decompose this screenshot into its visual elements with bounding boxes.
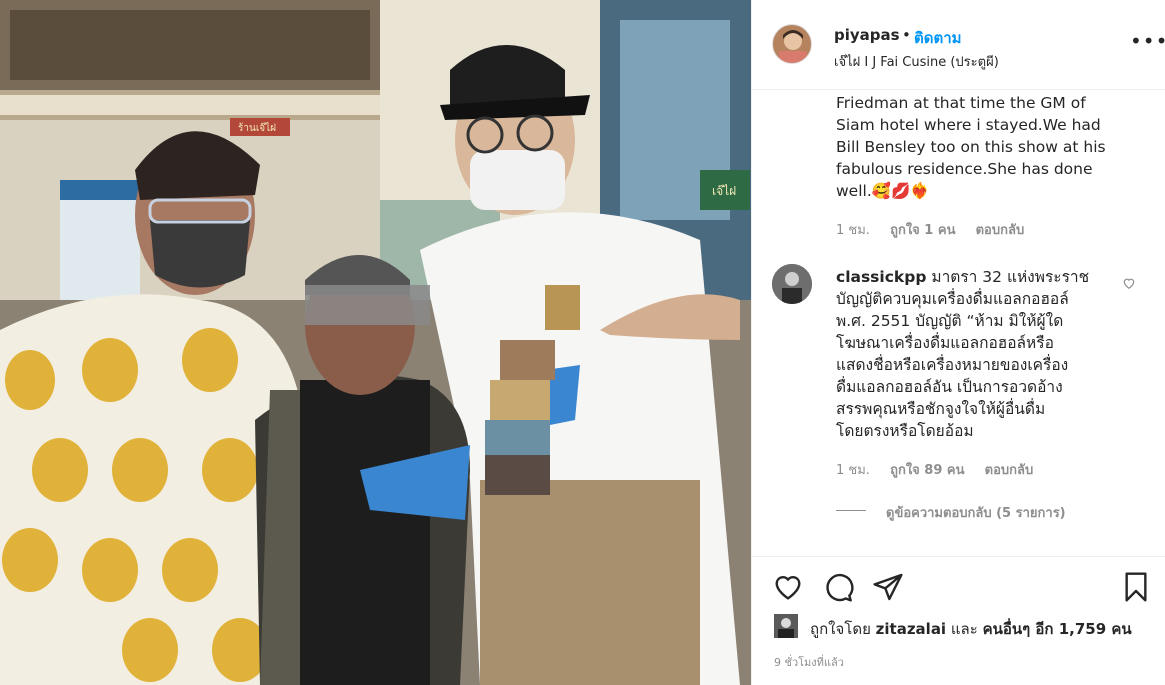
comment-line: well.🥰💋❤️‍🔥	[836, 182, 930, 200]
likes-and: และ	[950, 620, 978, 638]
bookmark-icon[interactable]	[1120, 571, 1152, 603]
heart-icon[interactable]	[772, 571, 804, 603]
comment-line: สรรพคุณหรือชักจูงใจให้ผู้อื่นดื่ม	[836, 400, 1046, 418]
comment-line: Friedman at that time the GM of	[836, 94, 1086, 112]
post-header: piyapas • ติดตาม เจ๊ไฝ I J Fai Cusine (ป…	[752, 0, 1165, 90]
reply-button[interactable]: ตอบกลับ	[976, 223, 1025, 238]
comment-line: โฆษณาเครื่องดื่มแอลกอฮอล์หรือ	[836, 334, 1054, 352]
post-detail-panel: piyapas • ติดตาม เจ๊ไฝ I J Fai Cusine (ป…	[751, 0, 1165, 685]
likes-others[interactable]: คนอื่นๆ อีก 1,759 คน	[983, 620, 1132, 638]
replies-divider	[836, 510, 866, 511]
follow-button[interactable]: ติดตาม	[914, 26, 962, 50]
likes-summary: ถูกใจโดย zitazalai และ คนอื่นๆ อีก 1,759…	[810, 617, 1132, 641]
post-timestamp[interactable]: 9 ชั่วโมงที่แล้ว	[774, 653, 844, 671]
separator-dot: •	[902, 26, 911, 44]
commenter-username[interactable]: classickpp	[836, 268, 926, 286]
liker-username[interactable]: zitazalai	[876, 620, 946, 638]
likes-prefix: ถูกใจโดย	[810, 620, 871, 638]
comment-likes[interactable]: ถูกใจ 89 คน	[890, 463, 964, 478]
reply-button[interactable]: ตอบกลับ	[985, 463, 1034, 478]
comment-line: พ.ศ. 2551 บัญญัติ “ห้าม มิให้ผู้ใด	[836, 312, 1064, 330]
comment-text: classickpp มาตรา 32 แห่งพระราช บัญญัติคว…	[836, 266, 1116, 442]
share-icon[interactable]	[872, 571, 904, 603]
comments-list[interactable]: Friedman at that time the GM of Siam hot…	[752, 90, 1165, 556]
comment-line: Bill Bensley too on this show at his	[836, 138, 1106, 156]
comment-like-heart-icon[interactable]	[1122, 276, 1136, 294]
comment-line: แสดงชื่อหรือเครื่องหมายของเครื่อง	[836, 356, 1069, 374]
comment-icon[interactable]	[822, 571, 854, 603]
comment-line: fabulous residence.She has done	[836, 160, 1093, 178]
comment-meta: 1 ชม. ถูกใจ 89 คน ตอบกลับ	[836, 459, 1049, 480]
commenter-avatar[interactable]	[772, 264, 812, 304]
comment-time: 1 ชม.	[836, 463, 870, 478]
comment-likes[interactable]: ถูกใจ 1 คน	[890, 223, 955, 238]
author-username[interactable]: piyapas	[834, 26, 900, 44]
comment-time: 1 ชม.	[836, 223, 870, 238]
post-location[interactable]: เจ๊ไฝ I J Fai Cusine (ประตูผี)	[834, 51, 999, 72]
comment-line: ดื่มแอลกอฮอล์อัน เป็นการอวดอ้าง	[836, 378, 1063, 396]
comment-meta: 1 ชม. ถูกใจ 1 คน ตอบกลับ	[836, 219, 1040, 240]
author-avatar[interactable]	[772, 24, 812, 64]
post-photo[interactable]: เจ๊ไฝ ร้านเจ๊ไฝ	[0, 0, 751, 685]
comment-text: Friedman at that time the GM of Siam hot…	[836, 92, 1116, 202]
liker-avatar[interactable]	[774, 614, 798, 638]
comment-line: Siam hotel where i stayed.We had	[836, 116, 1101, 134]
shop-sign-text: เจ๊ไฝ	[712, 184, 736, 198]
view-replies-button[interactable]: ดูข้อความตอบกลับ (5 รายการ)	[886, 502, 1066, 523]
comment-line: มาตรา 32 แห่งพระราช	[931, 268, 1090, 286]
more-horizontal-icon[interactable]: •••	[1130, 31, 1165, 51]
comment-line: โดยตรงหรือโดยอ้อม	[836, 422, 974, 440]
comment-line: บัญญัติควบคุมเครื่องดื่มแอลกอฮอล์	[836, 290, 1069, 308]
top-sign-text: ร้านเจ๊ไฝ	[238, 122, 276, 134]
